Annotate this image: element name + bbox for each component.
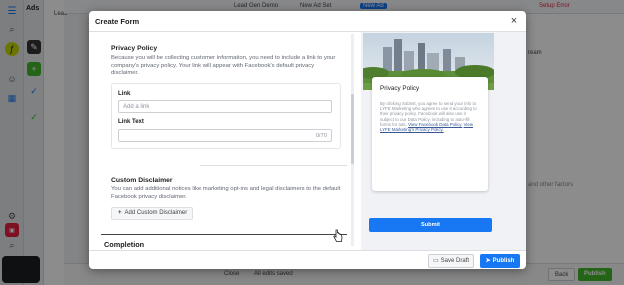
- form-scrollbar[interactable]: [351, 34, 354, 246]
- preview-card-title: Privacy Policy: [380, 85, 420, 92]
- preview-privacy-card: Privacy Policy By clicking Submit, you a…: [372, 77, 488, 191]
- add-custom-disclaimer-label: Add Custom Disclaimer: [124, 210, 188, 216]
- add-custom-disclaimer-button[interactable]: + Add Custom Disclaimer: [111, 207, 193, 220]
- form-editor: Privacy Policy Because you will be colle…: [89, 32, 347, 250]
- create-form-modal: Create Form × Privacy Policy Because you…: [89, 11, 526, 269]
- close-icon[interactable]: ×: [508, 15, 520, 27]
- publish-button[interactable]: ➤ Publish: [480, 254, 520, 268]
- draft-icon: ▭: [432, 258, 439, 264]
- hand-cursor-icon: [333, 229, 343, 242]
- disclaimer-heading: Custom Disclaimer: [111, 177, 173, 184]
- link-text-label: Link Text: [118, 119, 144, 125]
- save-draft-button[interactable]: ▭ Save Draft: [428, 254, 474, 268]
- link-label: Link: [118, 91, 131, 97]
- privacy-heading: Privacy Policy: [111, 45, 158, 52]
- disclaimer-description: You can add additional notices like mark…: [111, 186, 341, 200]
- preview-card-body: By clicking Submit, you agree to send yo…: [380, 101, 480, 132]
- modal-header: Create Form ×: [89, 11, 526, 32]
- section-divider: [200, 165, 347, 166]
- link-input[interactable]: Add a link: [118, 100, 332, 113]
- privacy-card: Link Add a link Link Text 0/70: [111, 83, 341, 149]
- preview-submit-button[interactable]: Submit: [369, 218, 492, 232]
- completion-section[interactable]: Completion: [101, 234, 347, 250]
- completion-label: Completion: [104, 240, 145, 249]
- publish-label: Publish: [492, 258, 515, 264]
- scroll-thumb[interactable]: [351, 94, 354, 164]
- send-icon: ➤: [485, 258, 491, 264]
- modal-title: Create Form: [95, 17, 140, 26]
- privacy-description: Because you will be collecting customer …: [111, 55, 336, 77]
- char-count: 0/70: [315, 133, 327, 139]
- modal-footer: ▭ Save Draft ➤ Publish: [89, 250, 526, 269]
- link-text-input[interactable]: 0/70: [118, 129, 332, 142]
- plus-icon: +: [118, 210, 122, 216]
- form-preview: Privacy Policy By clicking Submit, you a…: [361, 32, 526, 250]
- link-placeholder: Add a link: [123, 104, 150, 110]
- save-draft-label: Save Draft: [440, 258, 470, 264]
